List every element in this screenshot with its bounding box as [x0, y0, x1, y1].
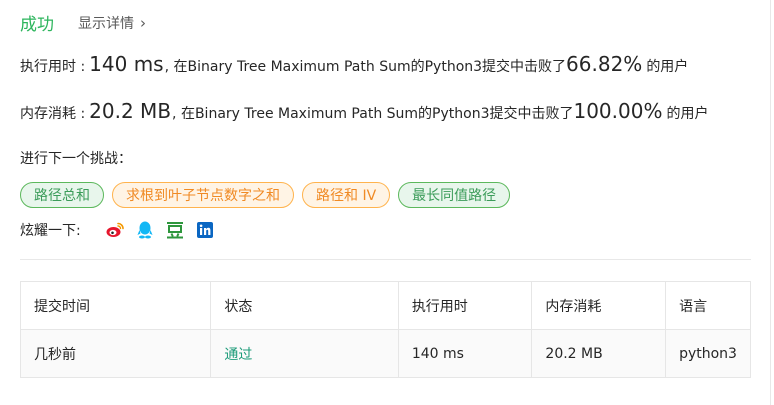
cell-language: python3	[665, 329, 751, 378]
runtime-value: 140 ms	[89, 52, 164, 76]
memory-percent: 100.00%	[573, 99, 663, 123]
runtime-label: 执行用时 :	[20, 59, 86, 75]
challenge-tag-sum-root-to-leaf[interactable]: 求根到叶子节点数字之和	[112, 182, 294, 208]
submission-result-page: 成功 显示详情 › 执行用时 : 140 ms , 在Binary Tree M…	[0, 0, 774, 405]
show-details-link[interactable]: 显示详情 ›	[78, 13, 146, 33]
column-header-memory: 内存消耗	[531, 281, 667, 330]
cell-runtime: 140 ms	[397, 329, 533, 378]
panel-border	[770, 0, 771, 405]
table-row: 几秒前 通过 140 ms 20.2 MB python3	[19, 329, 751, 378]
table-header-row: 提交时间 状态 执行用时 内存消耗 语言	[19, 281, 751, 330]
cell-submit-time: 几秒前	[19, 329, 212, 378]
submissions-table: 提交时间 状态 执行用时 内存消耗 语言 几秒前 通过 140 ms 20.2 …	[19, 281, 751, 378]
share-row: 炫耀一下:	[20, 220, 226, 240]
runtime-percent: 66.82%	[566, 52, 643, 76]
runtime-stat: 执行用时 : 140 ms , 在Binary Tree Maximum Pat…	[20, 52, 688, 76]
chevron-right-icon: ›	[140, 13, 146, 32]
column-header-runtime: 执行用时	[397, 281, 533, 330]
cell-memory: 20.2 MB	[531, 329, 667, 378]
memory-stat: 内存消耗 : 20.2 MB , 在Binary Tree Maximum Pa…	[20, 99, 708, 123]
challenge-tag-path-sum-iv[interactable]: 路径和 IV	[302, 182, 391, 208]
cell-status-link[interactable]: 通过	[210, 329, 399, 378]
weibo-icon[interactable]	[106, 221, 124, 239]
section-divider	[20, 259, 751, 260]
challenge-tag-longest-univalue-path[interactable]: 最长同值路径	[398, 182, 511, 208]
column-header-language: 语言	[665, 281, 751, 330]
memory-description: , 在Binary Tree Maximum Path Sum的Python3提…	[172, 106, 574, 122]
runtime-users: 的用户	[646, 59, 689, 75]
runtime-description: , 在Binary Tree Maximum Path Sum的Python3提…	[164, 59, 567, 75]
column-header-submit-time: 提交时间	[19, 281, 212, 330]
linkedin-icon[interactable]	[196, 221, 214, 239]
memory-users: 的用户	[666, 106, 709, 122]
result-header: 成功 显示详情 ›	[20, 10, 146, 36]
show-details-label: 显示详情	[78, 15, 134, 32]
next-challenge-label: 进行下一个挑战：	[20, 151, 132, 167]
memory-label: 内存消耗 :	[20, 106, 86, 122]
douban-icon[interactable]	[166, 221, 184, 239]
qq-icon[interactable]	[136, 221, 154, 239]
challenge-tags: 路径总和 求根到叶子节点数字之和 路径和 IV 最长同值路径	[20, 182, 518, 208]
result-status: 成功	[20, 15, 54, 35]
challenge-tag-path-sum[interactable]: 路径总和	[20, 182, 104, 208]
memory-value: 20.2 MB	[89, 99, 172, 123]
column-header-status: 状态	[210, 281, 399, 330]
share-label: 炫耀一下:	[20, 223, 81, 239]
